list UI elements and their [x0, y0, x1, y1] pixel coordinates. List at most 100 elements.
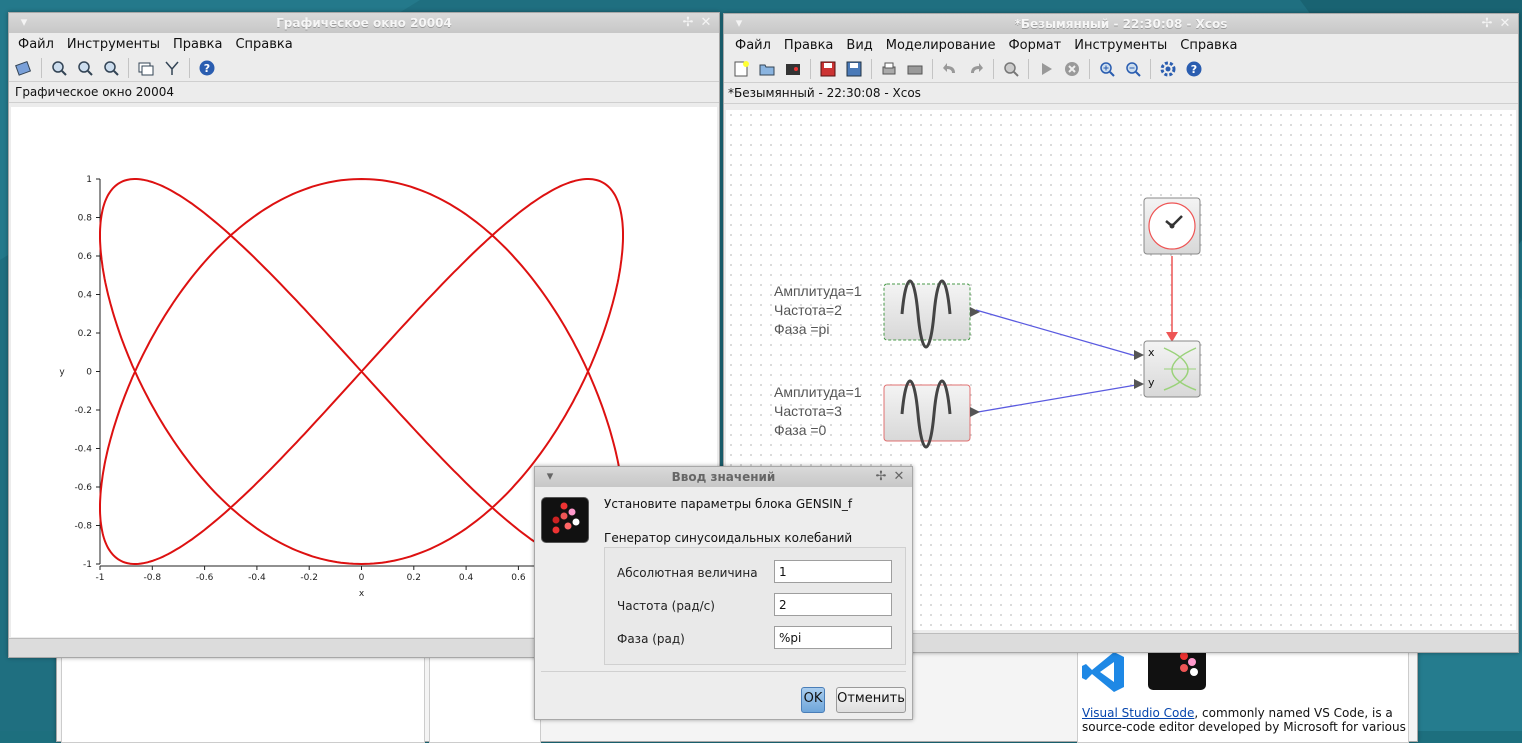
save-icon[interactable]: [817, 58, 839, 80]
dialog-fields-panel: Абсолютная величина 1 Частота (рад/с) 2 …: [604, 547, 906, 665]
input-values-dialog: ▾ Ввод значений ✢ ✕ Установите параметры…: [534, 466, 913, 720]
dialog-heading: Установите параметры блока GENSIN_f: [604, 497, 853, 511]
field-label-frequency: Частота (рад/с): [617, 599, 715, 613]
new-icon[interactable]: [730, 58, 752, 80]
graphic-toolbar: ?: [9, 55, 719, 82]
block2-frequency: Частота=3: [774, 403, 842, 419]
close-icon[interactable]: ✕: [890, 467, 908, 487]
xcos-menubar: Файл Правка Вид Моделирование Формат Инс…: [724, 34, 1518, 56]
menu-view[interactable]: Вид: [841, 38, 877, 53]
xcos-window-titlebar[interactable]: ▾ *Безымянный - 22:30:08 - Xcos ✢ ✕: [724, 14, 1518, 34]
x-tick-label: -0.2: [300, 573, 318, 583]
menu-format[interactable]: Формат: [1003, 38, 1066, 53]
zoom-fit-icon[interactable]: [74, 57, 96, 79]
window-menu-icon[interactable]: ▾: [541, 467, 559, 487]
datatip-icon[interactable]: [135, 57, 157, 79]
redo-icon[interactable]: [965, 58, 987, 80]
menu-tools[interactable]: Инструменты: [1069, 38, 1172, 53]
x-tick-label: -0.8: [144, 573, 162, 583]
sine-block-1-label: Амплитуда=1 Частота=2 Фаза =pi: [774, 282, 862, 339]
zoom-fit-icon[interactable]: [1000, 58, 1022, 80]
undo-icon[interactable]: [939, 58, 961, 80]
close-icon[interactable]: ✕: [697, 13, 715, 33]
cancel-button[interactable]: Отменить: [836, 687, 906, 713]
xcos-subtitle: *Безымянный - 22:30:08 - Xcos: [724, 83, 1518, 104]
sine-block-1[interactable]: [883, 279, 980, 349]
svg-text:?: ?: [1191, 63, 1197, 76]
x-tick-label: 0.4: [459, 573, 474, 583]
menu-edit[interactable]: Правка: [779, 38, 838, 53]
open-icon[interactable]: [756, 58, 778, 80]
sine-block-2[interactable]: [883, 379, 980, 449]
dialog-titlebar[interactable]: ▾ Ввод значений ✢ ✕: [535, 467, 912, 487]
xcos-window-title: *Безымянный - 22:30:08 - Xcos: [1014, 17, 1228, 31]
vscode-link[interactable]: Visual Studio Code: [1082, 706, 1194, 720]
print-preview-icon[interactable]: [904, 58, 926, 80]
field-label-amplitude: Абсолютная величина: [617, 566, 758, 580]
y-tick-label: -1: [83, 560, 92, 570]
browser-panel-middle: [429, 651, 541, 743]
y-tick-label: 0.8: [78, 214, 93, 224]
y-tick-label: -0.4: [74, 445, 92, 455]
setup-icon[interactable]: [1157, 58, 1179, 80]
sine-block-2-label: Амплитуда=1 Частота=3 Фаза =0: [774, 383, 862, 440]
scope-port-y-label: y: [1148, 376, 1155, 389]
menu-file[interactable]: Файл: [730, 38, 776, 53]
x-tick-label: 0.2: [407, 573, 421, 583]
pin-icon[interactable]: ✢: [679, 13, 697, 33]
y-tick-label: 0.2: [78, 329, 92, 339]
help-icon[interactable]: ?: [196, 57, 218, 79]
block2-amplitude: Амплитуда=1: [774, 384, 862, 400]
x-tick-label: 0.6: [511, 573, 526, 583]
window-menu-icon[interactable]: ▾: [15, 13, 33, 33]
start-icon[interactable]: [1035, 58, 1057, 80]
print-icon[interactable]: [878, 58, 900, 80]
y-tick-label: 1: [86, 175, 92, 185]
block2-phase: Фаза =0: [774, 422, 827, 438]
zoom-out-icon[interactable]: [1122, 58, 1144, 80]
x-tick-label: -0.4: [248, 573, 266, 583]
graphic-window-titlebar[interactable]: ▾ Графическое окно 20004 ✢ ✕: [9, 13, 719, 33]
phase-input[interactable]: %pi: [774, 626, 892, 649]
graphic-window-title: Графическое окно 20004: [276, 16, 452, 30]
menu-file[interactable]: Файл: [13, 37, 59, 52]
y-tick-label: -0.8: [74, 522, 92, 532]
zoom-out-icon[interactable]: [100, 57, 122, 79]
dialog-divider: [541, 671, 906, 672]
save-as-icon[interactable]: [843, 58, 865, 80]
y-tick-label: 0: [86, 368, 92, 378]
menu-tools[interactable]: Инструменты: [62, 37, 165, 52]
pin-icon[interactable]: ✢: [1478, 14, 1496, 34]
link-sine1-to-scope-x[interactable]: [975, 309, 1137, 357]
pin-icon[interactable]: ✢: [872, 467, 890, 487]
open-in-scilab-icon[interactable]: [782, 58, 804, 80]
ok-button[interactable]: OK: [801, 687, 825, 713]
zoom-in-icon[interactable]: [48, 57, 70, 79]
link-sine2-to-scope-y[interactable]: [977, 384, 1137, 413]
clock-block[interactable]: [1143, 197, 1201, 255]
browser-article: Visual Studio Code, commonly named VS Co…: [1077, 645, 1409, 743]
rotate-icon[interactable]: [13, 57, 35, 79]
y-tick-label: -0.2: [74, 406, 92, 416]
menu-help[interactable]: Справка: [230, 37, 297, 52]
dialog-title: Ввод значений: [671, 470, 776, 484]
browser-article-text: Visual Studio Code, commonly named VS Co…: [1082, 706, 1406, 734]
cscopxy-block[interactable]: [1134, 340, 1201, 398]
field-label-phase: Фаза (рад): [617, 632, 685, 646]
menu-edit[interactable]: Правка: [168, 37, 227, 52]
amplitude-input[interactable]: 1: [774, 560, 892, 583]
window-menu-icon[interactable]: ▾: [730, 14, 748, 34]
article-text-2: source-code editor developed by Microsof…: [1082, 720, 1406, 734]
axes-icon[interactable]: [161, 57, 183, 79]
frequency-input[interactable]: 2: [774, 593, 892, 616]
block1-amplitude: Амплитуда=1: [774, 283, 862, 299]
menu-simulation[interactable]: Моделирование: [881, 38, 1001, 53]
browser-panel-left: [61, 651, 425, 743]
close-icon[interactable]: ✕: [1496, 14, 1514, 34]
help-icon[interactable]: ?: [1183, 58, 1205, 80]
x-tick-label: -0.6: [196, 573, 214, 583]
graphic-menubar: Файл Инструменты Правка Справка: [9, 33, 719, 55]
stop-icon[interactable]: [1061, 58, 1083, 80]
zoom-in-icon[interactable]: [1096, 58, 1118, 80]
menu-help[interactable]: Справка: [1175, 38, 1242, 53]
